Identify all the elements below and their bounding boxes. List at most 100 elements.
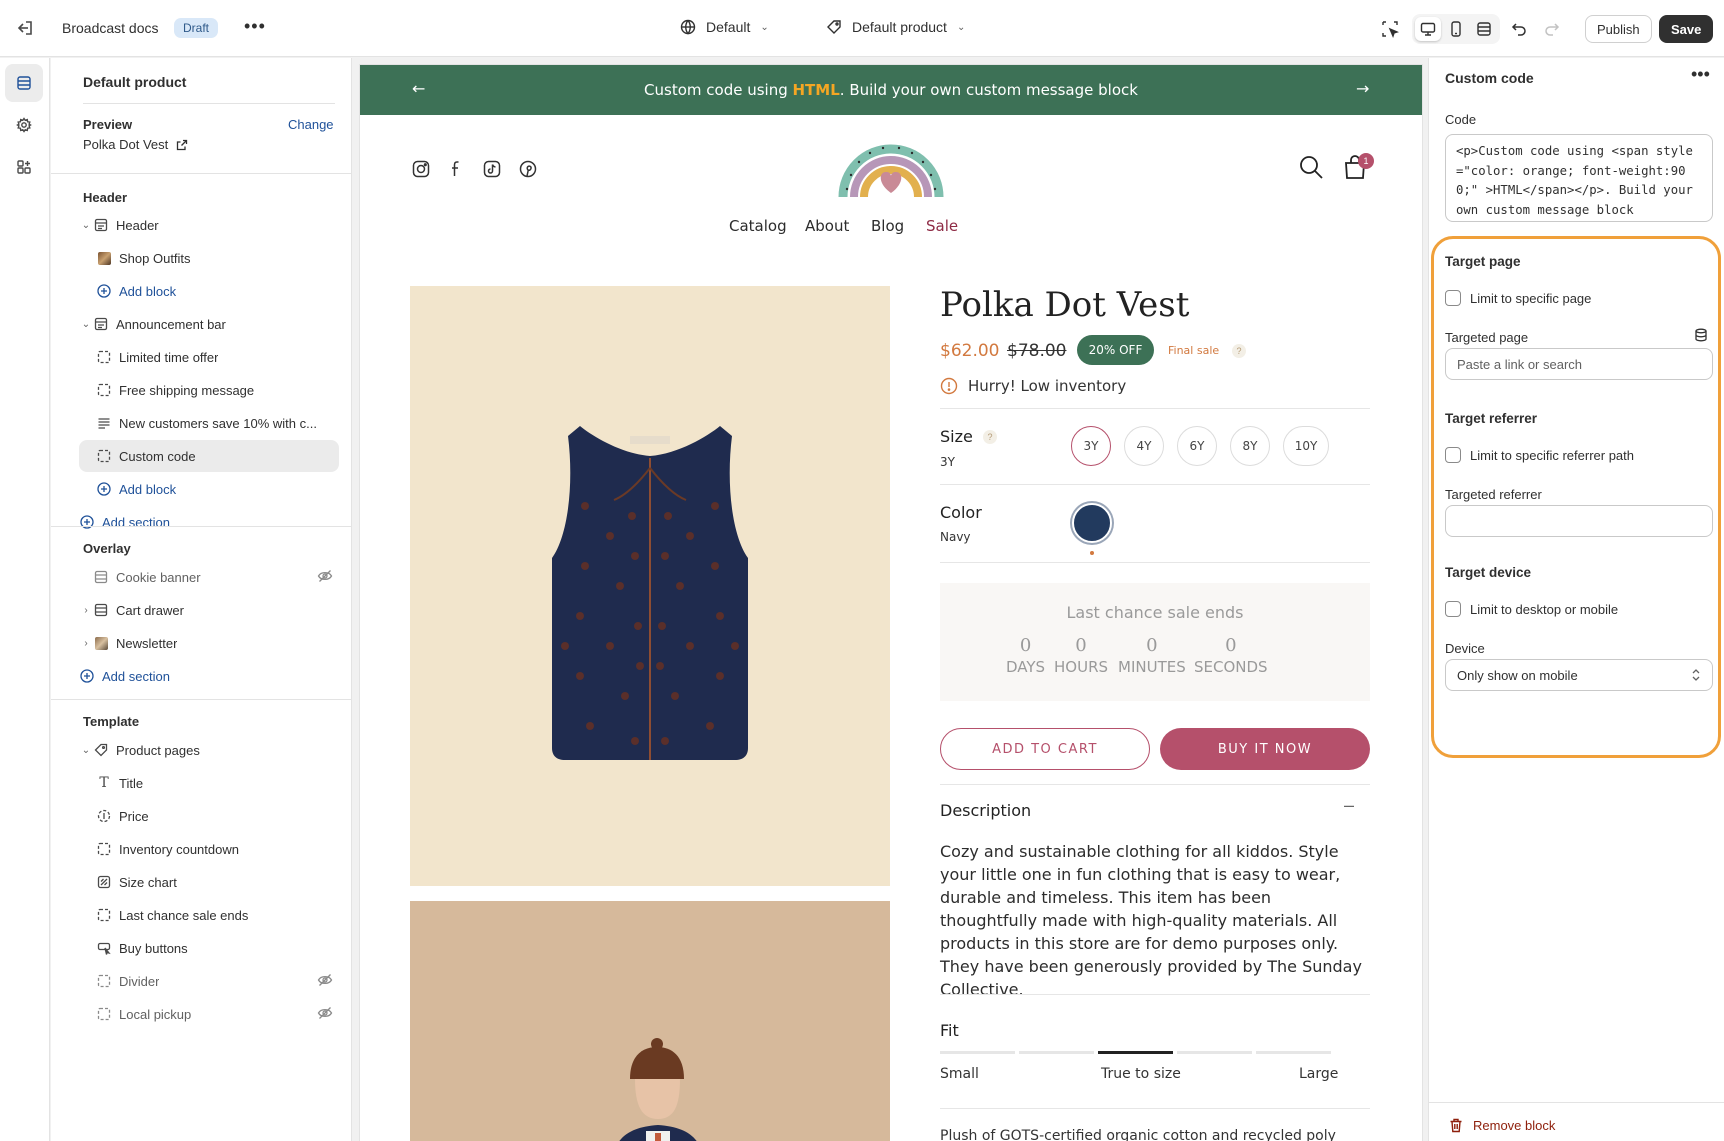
arrow-left-icon[interactable]: ← xyxy=(412,79,425,98)
tree-block-inventory-countdown[interactable]: Inventory countdown xyxy=(79,833,339,865)
tree-section-announcement-bar[interactable]: ⌄ Announcement bar xyxy=(79,308,339,340)
undo-icon[interactable] xyxy=(1508,18,1530,40)
preview-product-link[interactable]: Polka Dot Vest xyxy=(83,137,188,152)
size-option-4y[interactable]: 4Y xyxy=(1124,426,1164,466)
save-button[interactable]: Save xyxy=(1659,15,1714,43)
tree-section-product-pages[interactable]: ⌄ Product pages xyxy=(79,734,339,766)
tree-block-free-shipping[interactable]: Free shipping message xyxy=(79,374,339,406)
size-selected-value: 3Y xyxy=(940,455,955,469)
divider xyxy=(51,526,351,527)
add-block-button[interactable]: Add block xyxy=(79,473,339,505)
sale-countdown: Last chance sale ends 0 DAYS 0 HOURS 0 MINU… xyxy=(940,583,1370,701)
color-swatch-navy[interactable] xyxy=(1072,503,1112,543)
add-section-button[interactable]: Add section xyxy=(79,506,339,538)
chevron-down-icon: ⌄ xyxy=(760,21,769,33)
eye-hidden-icon[interactable] xyxy=(317,569,333,586)
target-device-heading: Target device xyxy=(1445,565,1532,580)
desktop-view-icon[interactable] xyxy=(1415,17,1441,41)
checkbox-box[interactable] xyxy=(1445,447,1461,463)
add-block-button[interactable]: Add block xyxy=(79,275,339,307)
size-option-6y[interactable]: 6Y xyxy=(1177,426,1217,466)
settings-gear-icon[interactable] xyxy=(5,106,43,144)
tree-block-custom-code[interactable]: Custom code xyxy=(79,440,339,472)
header-group-label: Header xyxy=(83,190,128,205)
exit-icon[interactable] xyxy=(14,17,38,41)
tree-section-cookie-banner[interactable]: Cookie banner xyxy=(79,561,339,593)
chevron-down-icon[interactable]: ⌄ xyxy=(79,319,93,330)
limit-page-checkbox[interactable]: Limit to specific page xyxy=(1445,290,1591,306)
pinterest-icon[interactable] xyxy=(518,159,540,181)
theme-dropdown[interactable]: Default ⌄ xyxy=(680,19,769,35)
code-editor[interactable]: <p>Custom code using <span style="color:… xyxy=(1445,134,1713,222)
buy-it-now-button[interactable]: BUY IT NOW xyxy=(1160,728,1370,770)
checkbox-box[interactable] xyxy=(1445,601,1461,617)
chevron-down-icon[interactable]: ⌄ xyxy=(79,220,93,231)
inspector-icon[interactable] xyxy=(1379,18,1401,40)
collapse-icon[interactable]: – xyxy=(1344,795,1354,816)
tree-block-local-pickup[interactable]: Local pickup xyxy=(79,998,339,1030)
countdown-days-unit: DAYS xyxy=(1006,658,1046,676)
product-image-child[interactable] xyxy=(410,901,890,1141)
arrow-right-icon[interactable]: → xyxy=(1356,79,1369,98)
checkbox-box[interactable] xyxy=(1445,290,1461,306)
search-icon[interactable] xyxy=(1297,153,1325,181)
targeted-page-input[interactable]: Paste a link or search xyxy=(1445,348,1713,380)
more-options-button[interactable]: ••• xyxy=(1691,64,1710,85)
database-icon[interactable] xyxy=(1694,328,1708,345)
size-option-10y[interactable]: 10Y xyxy=(1283,426,1329,466)
publish-button[interactable]: Publish xyxy=(1585,15,1652,43)
add-section-button[interactable]: Add section xyxy=(79,660,339,692)
size-help-icon[interactable]: ? xyxy=(983,430,997,444)
preview-change-link[interactable]: Change xyxy=(288,117,334,132)
tree-block-new-customers[interactable]: New customers save 10% with c... xyxy=(79,407,339,439)
chevron-down-icon[interactable]: ⌄ xyxy=(79,745,93,756)
tree-block-buy-buttons[interactable]: Buy buttons xyxy=(79,932,339,964)
tree-block-last-chance[interactable]: Last chance sale ends xyxy=(79,899,339,931)
tree-block-divider[interactable]: Divider xyxy=(79,965,339,997)
inventory-text: Hurry! Low inventory xyxy=(968,377,1127,395)
help-icon[interactable]: ? xyxy=(1232,344,1246,358)
countdown-days: 0 DAYS xyxy=(1006,635,1045,676)
nav-link-blog[interactable]: Blog xyxy=(871,217,904,235)
chevron-right-icon[interactable]: › xyxy=(79,605,93,616)
instagram-icon[interactable] xyxy=(411,159,433,181)
tree-section-newsletter[interactable]: › Newsletter xyxy=(79,627,339,659)
apps-icon[interactable] xyxy=(5,148,43,186)
checkbox-label: Limit to specific page xyxy=(1470,290,1592,306)
facebook-icon[interactable] xyxy=(446,159,468,181)
mobile-view-icon[interactable] xyxy=(1443,17,1469,41)
fullscreen-view-icon[interactable] xyxy=(1471,17,1497,41)
tree-block-size-chart[interactable]: Size chart xyxy=(79,866,339,898)
add-to-cart-button[interactable]: ADD TO CART xyxy=(940,728,1150,770)
nav-link-catalog[interactable]: Catalog xyxy=(729,217,787,235)
tree-block-title[interactable]: T Title xyxy=(79,767,339,799)
size-chart-icon xyxy=(96,874,112,890)
size-option-3y[interactable]: 3Y xyxy=(1071,426,1111,466)
template-group-label: Template xyxy=(83,714,140,729)
remove-block-button[interactable]: Remove block xyxy=(1449,1118,1555,1133)
chevron-right-icon[interactable]: › xyxy=(79,638,93,649)
redo-icon[interactable] xyxy=(1541,18,1563,40)
eye-hidden-icon[interactable] xyxy=(317,973,333,990)
limit-device-checkbox[interactable]: Limit to desktop or mobile xyxy=(1445,601,1618,617)
tree-block-price[interactable]: Price xyxy=(79,800,339,832)
tree-block-limited-time-offer[interactable]: Limited time offer xyxy=(79,341,339,373)
more-actions-button[interactable]: ••• xyxy=(244,16,266,37)
limit-referrer-checkbox[interactable]: Limit to specific referrer path xyxy=(1445,447,1634,463)
nav-link-about[interactable]: About xyxy=(805,217,849,235)
tree-section-header[interactable]: ⌄ Header xyxy=(79,209,339,241)
eye-hidden-icon[interactable] xyxy=(317,1006,333,1023)
tree-section-cart-drawer[interactable]: › Cart drawer xyxy=(79,594,339,626)
tree-label: Cart drawer xyxy=(116,602,184,618)
product-image-vest[interactable] xyxy=(410,286,890,886)
tiktok-icon[interactable] xyxy=(482,159,504,181)
template-dropdown[interactable]: Default product ⌄ xyxy=(826,19,965,35)
device-select[interactable]: Only show on mobile xyxy=(1445,659,1713,691)
tree-label: Announcement bar xyxy=(116,316,226,332)
targeted-referrer-input[interactable] xyxy=(1445,505,1713,537)
size-option-8y[interactable]: 8Y xyxy=(1230,426,1270,466)
sections-icon[interactable] xyxy=(5,64,43,102)
nav-link-sale[interactable]: Sale xyxy=(926,217,958,235)
description-heading[interactable]: Description xyxy=(940,801,1031,820)
tree-block-shop-outfits[interactable]: Shop Outfits xyxy=(79,242,339,274)
